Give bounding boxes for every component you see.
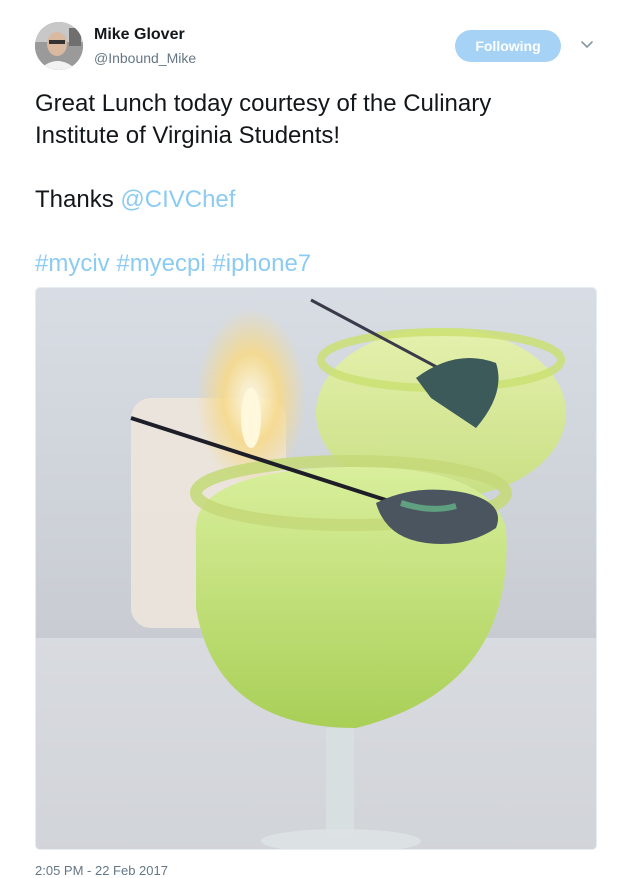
- cocktail-photo: [36, 288, 596, 849]
- author-name[interactable]: Mike Glover: [94, 26, 185, 44]
- chevron-down-icon[interactable]: [578, 38, 596, 52]
- hashtag-myecpi[interactable]: #myecpi: [116, 250, 205, 277]
- tweet-photo[interactable]: [35, 287, 597, 850]
- avatar[interactable]: [35, 22, 83, 70]
- following-button[interactable]: Following: [455, 30, 561, 62]
- mention-link[interactable]: @CIVChef: [120, 186, 235, 213]
- hashtag-myciv[interactable]: #myciv: [35, 250, 110, 277]
- tweet-line-1: Great Lunch today courtesy of the Culina…: [35, 90, 492, 117]
- author-handle[interactable]: @Inbound_Mike: [94, 50, 196, 66]
- thanks-text: Thanks: [35, 186, 121, 213]
- tweet-text: Great Lunch today courtesy of the Culina…: [35, 88, 605, 280]
- tweet-line-2: Institute of Virginia Students!: [35, 122, 341, 149]
- hashtag-iphone7[interactable]: #iphone7: [212, 250, 311, 277]
- avatar-photo: [35, 22, 83, 70]
